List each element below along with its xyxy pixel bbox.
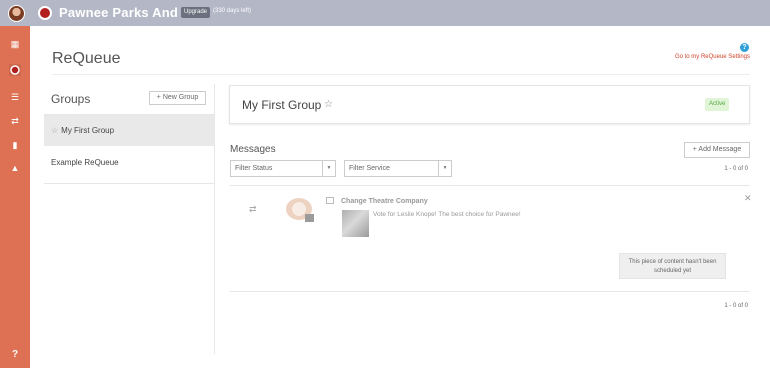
bar-chart-icon[interactable]: ▮ bbox=[9, 139, 21, 151]
image-icon bbox=[326, 197, 334, 204]
add-message-button[interactable]: + Add Message bbox=[684, 142, 750, 158]
message-image bbox=[342, 210, 369, 237]
status-badge: Active bbox=[705, 98, 730, 111]
group-item-label: Example ReQueue bbox=[51, 158, 119, 167]
divider bbox=[52, 74, 750, 75]
pagination-count: 1 - 0 of 0 bbox=[724, 303, 748, 309]
help-icon[interactable]: ? bbox=[9, 349, 21, 361]
group-item-label: My First Group bbox=[61, 126, 115, 135]
star-icon[interactable]: ☆ bbox=[51, 126, 58, 135]
trial-days-left: (330 days left) bbox=[213, 8, 252, 14]
shuffle-icon[interactable]: ⇄ bbox=[249, 204, 257, 215]
group-title: My First Group bbox=[242, 98, 322, 112]
account-icon bbox=[38, 6, 52, 20]
groups-panel: Groups + New Group ☆ My First Group Examp… bbox=[44, 84, 215, 354]
schedule-status-tooltip: This piece of content hasn't been schedu… bbox=[619, 253, 726, 279]
filter-status-label: Filter Status bbox=[235, 165, 273, 172]
page-title: ReQueue bbox=[52, 50, 121, 67]
record-icon[interactable] bbox=[9, 64, 21, 76]
group-item-my-first-group[interactable]: ☆ My First Group bbox=[44, 115, 215, 146]
shuffle-icon[interactable]: ⇄ bbox=[9, 115, 21, 127]
avatar[interactable] bbox=[8, 5, 25, 22]
facebook-icon bbox=[305, 214, 314, 222]
filter-service-select[interactable]: Filter Service ▼ bbox=[344, 160, 452, 177]
divider bbox=[230, 291, 750, 292]
chevron-down-icon: ▼ bbox=[438, 161, 451, 176]
sidebar: ▦ ☰ ⇄ ▮ ▲ ? bbox=[0, 26, 30, 368]
group-item-example-requeue[interactable]: Example ReQueue bbox=[44, 147, 215, 178]
group-header-card: My First Group ☆ Active bbox=[229, 85, 750, 124]
help-icon[interactable]: ? bbox=[740, 43, 749, 52]
calendar-icon[interactable]: ▦ bbox=[9, 38, 21, 50]
messages-heading: Messages bbox=[230, 144, 276, 155]
warning-icon[interactable]: ▲ bbox=[9, 162, 21, 174]
pagination-count: 1 - 0 of 0 bbox=[724, 166, 748, 172]
list-icon[interactable]: ☰ bbox=[9, 91, 21, 103]
divider bbox=[230, 185, 750, 186]
divider bbox=[44, 183, 215, 184]
new-group-button[interactable]: + New Group bbox=[149, 91, 206, 105]
filter-status-select[interactable]: Filter Status ▼ bbox=[230, 160, 336, 177]
chevron-down-icon: ▼ bbox=[322, 161, 335, 176]
upgrade-button[interactable]: Upgrade bbox=[181, 7, 211, 18]
close-icon[interactable]: ✕ bbox=[744, 193, 752, 204]
top-bar: Pawnee Parks And Rec Upgrade (330 days l… bbox=[0, 0, 770, 26]
requeue-settings-link[interactable]: Go to my ReQueue Settings bbox=[675, 54, 750, 60]
star-icon[interactable]: ☆ bbox=[324, 99, 333, 110]
filter-service-label: Filter Service bbox=[349, 165, 390, 172]
message-text: Vote for Leslie Knope! The best choice f… bbox=[373, 211, 521, 218]
message-source: Change Theatre Company bbox=[341, 198, 428, 205]
groups-heading: Groups bbox=[51, 92, 91, 106]
main-content: ReQueue ? Go to my ReQueue Settings Grou… bbox=[30, 26, 770, 368]
